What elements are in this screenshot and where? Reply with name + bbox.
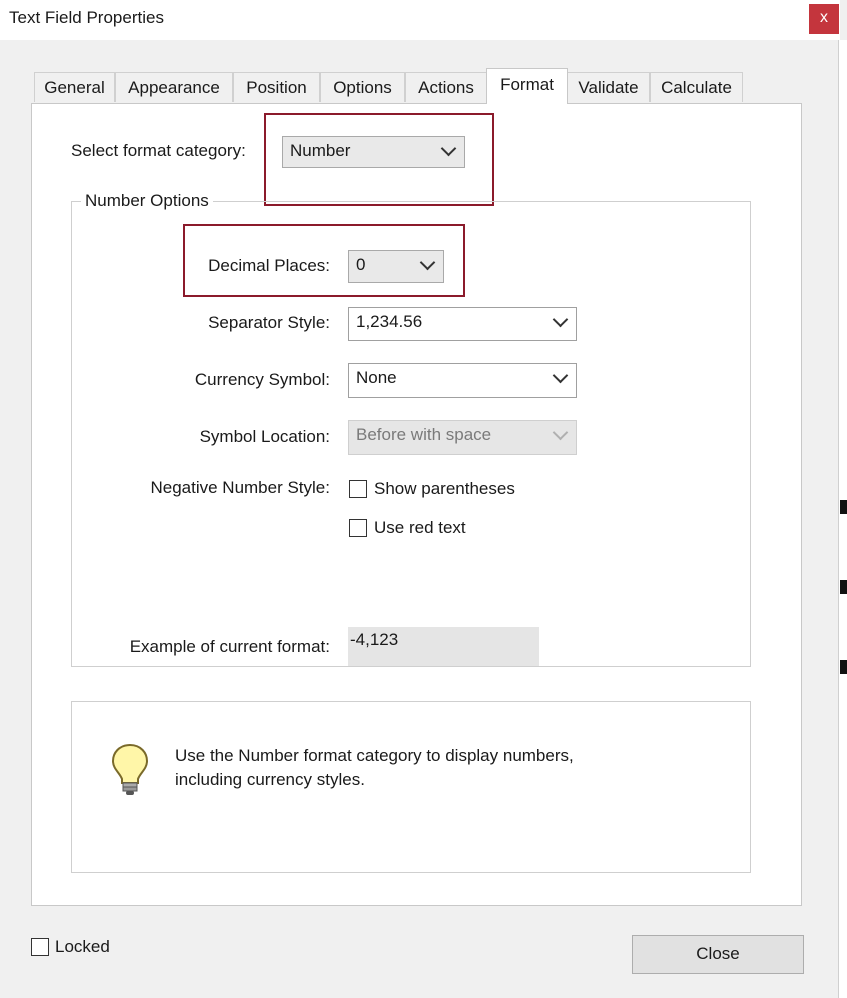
tab-options[interactable]: Options	[320, 72, 405, 102]
tab-calculate[interactable]: Calculate	[650, 72, 743, 102]
window-title: Text Field Properties	[9, 8, 164, 27]
tab-appearance[interactable]: Appearance	[115, 72, 233, 102]
tab-position[interactable]: Position	[233, 72, 320, 102]
chevron-down-icon	[546, 308, 576, 336]
separator-style-select[interactable]: 1,234.56	[348, 307, 577, 341]
currency-symbol-select[interactable]: None	[348, 363, 577, 398]
format-category-label: Select format category:	[71, 141, 246, 160]
currency-symbol-label: Currency Symbol:	[194, 370, 330, 389]
tab-validate[interactable]: Validate	[567, 72, 650, 102]
tab-format[interactable]: Format	[486, 68, 568, 104]
example-format-label: Example of current format:	[129, 637, 330, 656]
tab-general[interactable]: General	[34, 72, 115, 102]
symbol-location-label: Symbol Location:	[199, 427, 330, 446]
currency-symbol-value: None	[356, 368, 397, 387]
chevron-down-icon	[546, 364, 576, 392]
use-red-text-checkbox[interactable]	[349, 519, 367, 537]
tip-text-line-1: Use the Number format category to displa…	[175, 746, 574, 765]
symbol-location-select: Before with space	[348, 420, 577, 455]
locked-checkbox[interactable]	[31, 938, 49, 956]
tip-text-line-2: including currency styles.	[175, 770, 365, 789]
background-window-edge	[838, 40, 847, 998]
show-parentheses-checkbox[interactable]	[349, 480, 367, 498]
tab-actions[interactable]: Actions	[405, 72, 487, 102]
chevron-down-icon	[546, 421, 576, 449]
number-options-title: Number Options	[81, 191, 213, 211]
window-close-button[interactable]: x	[809, 4, 839, 34]
background-mark	[840, 580, 847, 594]
separator-style-value: 1,234.56	[356, 312, 423, 331]
example-format-value: -4,123	[350, 630, 399, 649]
lightbulb-icon	[111, 743, 149, 795]
background-mark	[840, 500, 847, 514]
close-button[interactable]: Close	[632, 935, 804, 974]
tip-box	[71, 701, 751, 873]
highlight-box-category	[264, 113, 494, 206]
use-red-text-label[interactable]: Use red text	[374, 518, 466, 538]
separator-style-label: Separator Style:	[208, 313, 330, 332]
show-parentheses-label[interactable]: Show parentheses	[374, 479, 515, 499]
symbol-location-value: Before with space	[356, 425, 492, 444]
locked-label[interactable]: Locked	[55, 937, 110, 957]
example-format-display: -4,123	[348, 627, 539, 666]
background-mark	[840, 660, 847, 674]
highlight-box-decimal	[183, 224, 465, 297]
negative-number-style-label: Negative Number Style:	[150, 478, 330, 497]
